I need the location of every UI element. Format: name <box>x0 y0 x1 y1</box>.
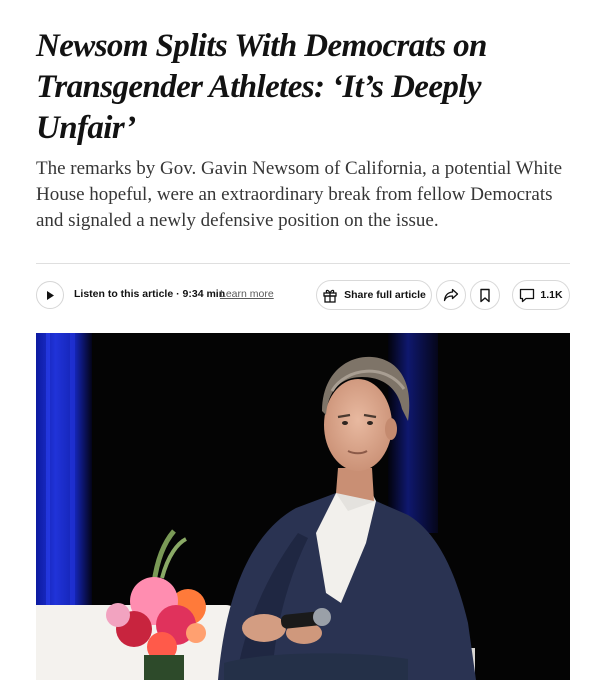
share-full-article-button[interactable]: Share full article <box>316 280 432 310</box>
bookmark-button[interactable] <box>470 280 500 310</box>
comment-bubble-icon <box>520 288 535 302</box>
article-summary: The remarks by Gov. Gavin Newsom of Cali… <box>36 158 563 231</box>
article-toolbar: Listen to this article · 9:34 min Learn … <box>36 279 570 311</box>
share-button[interactable] <box>436 280 466 310</box>
share-arrow-icon <box>443 288 459 302</box>
comments-button[interactable]: 1.1K <box>512 280 570 310</box>
listen-label[interactable]: Listen to this article · 9:34 min <box>74 288 225 300</box>
listen-play-button[interactable] <box>36 281 64 309</box>
newsom-photo-illustration <box>36 333 570 680</box>
gift-icon <box>323 289 337 303</box>
learn-more-link[interactable]: Learn more <box>220 288 274 300</box>
article-photo <box>36 333 570 680</box>
divider <box>36 263 570 264</box>
bookmark-icon <box>480 288 490 302</box>
article-headline: Newsom Splits With Democrats on Transgen… <box>36 28 487 146</box>
comments-count: 1.1K <box>540 289 563 301</box>
play-icon <box>47 290 54 300</box>
share-full-article-label: Share full article <box>344 289 426 301</box>
